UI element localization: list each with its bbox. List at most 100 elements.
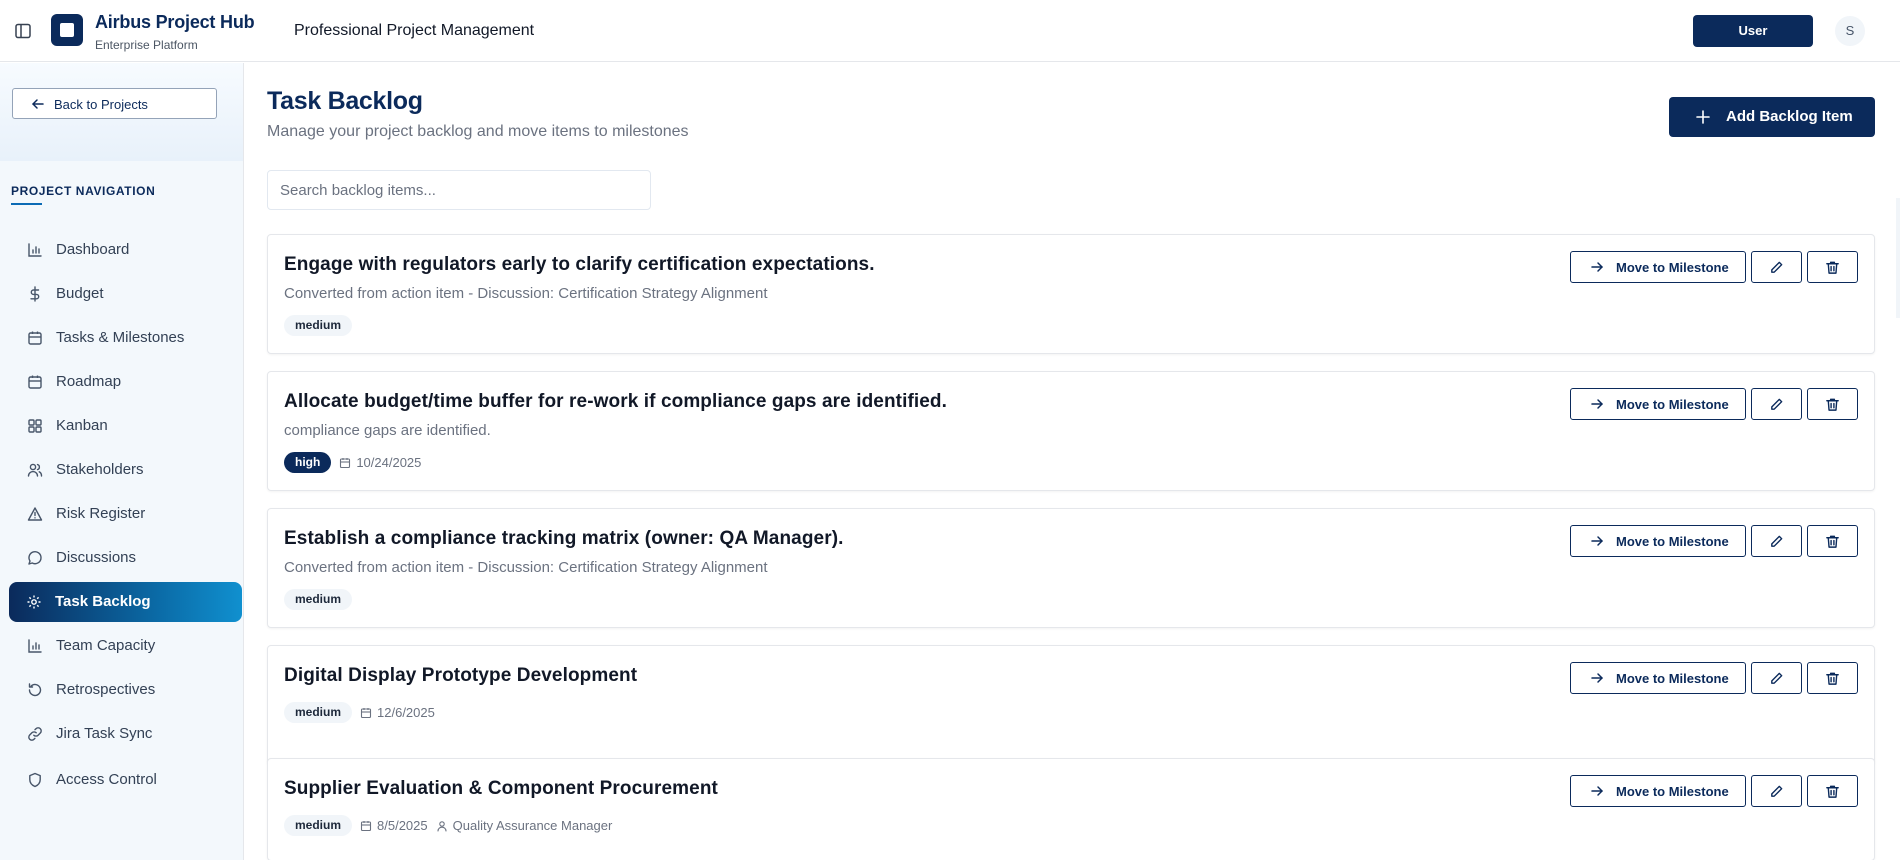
avatar[interactable]: S [1835,16,1865,46]
pencil-icon [1771,398,1783,410]
alert-triangle-icon [27,507,43,521]
edit-button[interactable] [1751,662,1802,694]
sidebar-item-retrospectives[interactable]: Retrospectives [10,670,243,710]
priority-badge: medium [284,702,353,723]
move-to-milestone-button[interactable]: Move to Milestone [1570,388,1746,420]
arrow-right-icon [1591,786,1603,796]
backlog-item-meta: high 10/24/2025 [284,452,421,473]
page-subtitle: Manage your project backlog and move ite… [267,123,689,140]
arrow-right-icon [1591,673,1603,683]
backlog-item-description: compliance gaps are identified. [284,422,491,439]
top-header: Airbus Project Hub Enterprise Platform P… [0,0,1900,62]
delete-button[interactable] [1807,251,1858,283]
edit-button[interactable] [1751,388,1802,420]
message-circle-icon [28,551,42,565]
add-backlog-item-button[interactable]: Add Backlog Item [1669,97,1875,137]
delete-button[interactable] [1807,775,1858,807]
arrow-right-icon [1591,399,1603,409]
sidebar-item-access-control[interactable]: Access Control [10,760,243,800]
main-content: Task Backlog Manage your project backlog… [245,63,1900,860]
page-context-title: Professional Project Management [294,22,535,39]
backlog-item-description: Converted from action item - Discussion:… [284,285,768,302]
page-title: Task Backlog [267,87,423,115]
users-icon [27,463,43,477]
scrollbar[interactable] [1896,198,1900,318]
sidebar-item-team-capacity[interactable]: Team Capacity [10,626,243,666]
bar-chart-icon [28,639,42,653]
bar-chart-icon [28,243,42,257]
due-date: 12/6/2025 [360,705,435,720]
add-backlog-item-label: Add Backlog Item [1726,108,1853,125]
dollar-icon [30,286,40,302]
sidebar-item-task-backlog[interactable]: Task Backlog [9,582,242,622]
trash-icon [1826,535,1839,548]
trash-icon [1826,398,1839,411]
move-to-milestone-button[interactable]: Move to Milestone [1570,662,1746,694]
calendar-icon [360,707,372,718]
arrow-left-icon [32,99,44,109]
due-date: 8/5/2025 [360,818,428,833]
pencil-icon [1771,535,1783,547]
pencil-icon [1771,672,1783,684]
sidebar-item-dashboard[interactable]: Dashboard [10,230,243,270]
sidebar-item-label: Risk Register [56,505,146,522]
sidebar-item-label: Stakeholders [56,461,144,478]
backlog-item-description: Converted from action item - Discussion:… [284,559,768,576]
move-to-milestone-button[interactable]: Move to Milestone [1570,775,1746,807]
edit-button[interactable] [1751,775,1802,807]
backlog-item-title: Supplier Evaluation & Component Procurem… [284,778,718,799]
sidebar-item-jira-task-sync[interactable]: Jira Task Sync [10,714,243,754]
sidebar-item-label: Access Control [56,771,157,788]
priority-badge: medium [284,315,353,336]
edit-button[interactable] [1751,251,1802,283]
backlog-item-card: Establish a compliance tracking matrix (… [267,508,1875,628]
sidebar-item-risk-register[interactable]: Risk Register [10,494,243,534]
sidebar-item-label: Jira Task Sync [56,725,153,742]
move-to-milestone-label: Move to Milestone [1616,534,1729,549]
backlog-item-title: Digital Display Prototype Development [284,665,638,686]
due-date-text: 8/5/2025 [377,818,428,833]
shield-icon [29,772,41,788]
sidebar-item-stakeholders[interactable]: Stakeholders [10,450,243,490]
owner: Quality Assurance Manager [436,818,612,833]
sidebar-item-discussions[interactable]: Discussions [10,538,243,578]
backlog-item-card: Allocate budget/time buffer for re-work … [267,371,1875,491]
arrow-right-icon [1591,262,1603,272]
sidebar-item-label: Budget [56,285,104,302]
sidebar-item-roadmap[interactable]: Roadmap [10,362,243,402]
sidebar-item-label: Team Capacity [56,637,156,654]
search-input[interactable] [267,170,651,210]
nav-heading: PROJECT NAVIGATION [11,184,156,198]
sidebar-header: Back to Projects [0,63,243,161]
due-date-text: 12/6/2025 [377,705,435,720]
app-logo[interactable] [51,14,83,46]
edit-button[interactable] [1751,525,1802,557]
sidebar-item-label: Tasks & Milestones [56,329,185,346]
move-to-milestone-button[interactable]: Move to Milestone [1570,251,1746,283]
move-to-milestone-button[interactable]: Move to Milestone [1570,525,1746,557]
delete-button[interactable] [1807,388,1858,420]
trash-icon [1826,672,1839,685]
sidebar-item-budget[interactable]: Budget [10,274,243,314]
due-date-text: 10/24/2025 [356,455,422,470]
backlog-item-meta: medium [284,315,353,336]
calendar-icon [360,820,372,831]
link-icon [28,727,42,741]
user-icon [437,820,447,832]
delete-button[interactable] [1807,662,1858,694]
pencil-icon [1771,785,1783,797]
grid-icon [28,419,42,433]
priority-badge: medium [284,589,353,610]
sidebar-toggle-icon[interactable] [14,22,32,40]
sidebar-item-kanban[interactable]: Kanban [10,406,243,446]
sidebar-item-label: Task Backlog [55,593,151,610]
gear-icon [27,595,41,609]
sidebar-item-tasks-milestones[interactable]: Tasks & Milestones [10,318,243,358]
app-subtitle: Enterprise Platform [95,38,198,52]
back-to-projects-button[interactable]: Back to Projects [12,88,217,119]
user-button[interactable]: User [1693,15,1813,47]
sidebar: Back to Projects PROJECT NAVIGATION Dash… [0,63,244,860]
backlog-item-meta: medium 8/5/2025 Quality Assurance Manage… [284,815,612,836]
delete-button[interactable] [1807,525,1858,557]
move-to-milestone-label: Move to Milestone [1616,260,1729,275]
